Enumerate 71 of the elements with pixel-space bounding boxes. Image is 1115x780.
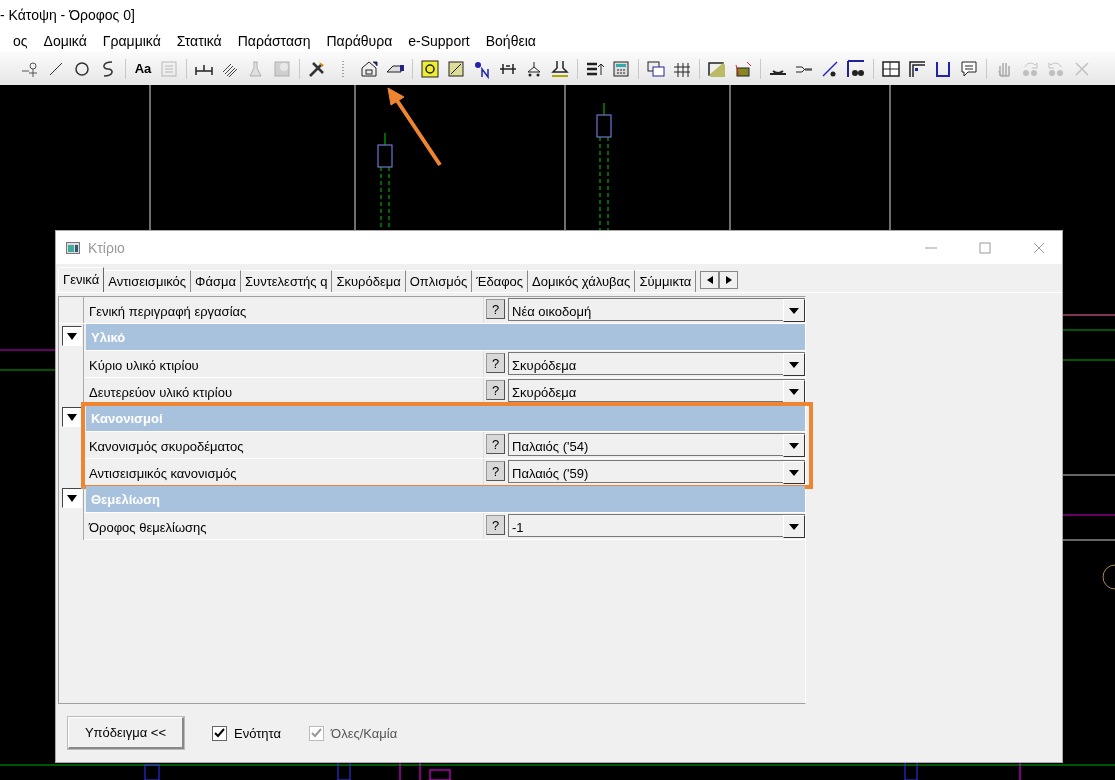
dropdown-arrow-icon[interactable]: [789, 442, 799, 449]
help-button[interactable]: ?: [486, 353, 505, 373]
dropdown-arrow-icon[interactable]: [789, 388, 799, 395]
menu-item[interactable]: Δομικά: [35, 33, 95, 49]
menu-item[interactable]: Παράθυρα: [318, 33, 401, 49]
dropdown-arrow-icon[interactable]: [789, 361, 799, 368]
footing-icon[interactable]: [550, 58, 570, 79]
property-label: Όροφος θεμελίωσης: [84, 513, 484, 539]
search-icon[interactable]: [420, 58, 440, 79]
dropdown-arrow-icon[interactable]: [789, 469, 799, 476]
tab[interactable]: Σκυρόδεμα: [332, 270, 406, 292]
dropdown-arrow-icon[interactable]: [789, 307, 799, 314]
menu-item[interactable]: e-Support: [400, 33, 478, 49]
expand-toggle[interactable]: [62, 488, 82, 508]
tab[interactable]: Δομικός χάλυβας: [528, 270, 636, 292]
close-icon[interactable]: [1033, 241, 1045, 254]
menu-item[interactable]: Στατικά: [168, 33, 230, 49]
caret-down-icon[interactable]: [67, 332, 77, 340]
scroll-left-button[interactable]: [700, 271, 720, 289]
dropdown[interactable]: Παλαιός ('59): [508, 460, 805, 483]
tab[interactable]: Αντισεισμικός: [104, 270, 192, 292]
tab[interactable]: Έδαφος: [472, 270, 529, 292]
tab[interactable]: Οπλισμός: [405, 270, 473, 292]
caret-down-icon[interactable]: [67, 413, 77, 421]
expand-toggle[interactable]: [62, 407, 82, 427]
scroll-right-button[interactable]: [719, 271, 739, 289]
left-arrow-icon[interactable]: [705, 276, 714, 284]
comment-icon[interactable]: [959, 58, 979, 79]
dropdown[interactable]: Σκυρόδεμα: [508, 352, 805, 375]
diagonal-icon[interactable]: [820, 58, 840, 79]
group-header: Κανονισμοί: [86, 405, 805, 431]
corner-icon[interactable]: [907, 58, 927, 79]
dialog-title: Κτίριο: [88, 239, 126, 256]
hatched-square-icon[interactable]: [446, 58, 466, 79]
dropdown[interactable]: Σκυρόδεμα: [508, 379, 805, 402]
menu-item[interactable]: Παράσταση: [229, 33, 319, 49]
help-button[interactable]: ?: [486, 434, 505, 454]
tab[interactable]: Γενικά: [58, 267, 105, 292]
font-size-button[interactable]: Aa: [130, 56, 156, 81]
menu-item[interactable]: Βοήθεια: [477, 33, 544, 49]
caret-down-icon[interactable]: [67, 494, 77, 502]
tab[interactable]: Φάσμα: [191, 270, 242, 292]
property-label: Αντισεισμικός κανονισμός: [84, 459, 484, 485]
floor-plan-icon[interactable]: [881, 58, 901, 79]
dropdown-arrow-icon[interactable]: [789, 523, 799, 530]
window-title: - Κάτοψη - Όροφος 0]: [0, 7, 135, 23]
windows-icon[interactable]: [646, 58, 666, 79]
menu-item[interactable]: Γραμμικά: [94, 33, 169, 49]
tab[interactable]: Σύμμικτα: [635, 270, 697, 292]
expand-toggle[interactable]: [62, 326, 82, 346]
property-label: Γενική περιγραφή εργασίας: [84, 297, 484, 323]
help-button[interactable]: ?: [486, 515, 505, 535]
window-icon: [66, 241, 80, 254]
help-button[interactable]: ?: [486, 299, 505, 319]
help-button[interactable]: ?: [486, 380, 505, 400]
group-header: Θεμελίωση: [86, 486, 805, 512]
group-header: Υλικό: [86, 324, 805, 350]
menu-item[interactable]: ος: [0, 33, 36, 49]
checkbox[interactable]: [212, 725, 227, 741]
dropdown[interactable]: -1: [508, 514, 805, 537]
property-label: Κύριο υλικό κτιρίου: [84, 351, 484, 377]
sample-button[interactable]: Υπόδειγμα <<: [68, 717, 184, 749]
tab[interactable]: Συντελεστής q: [241, 270, 333, 292]
property-label: Κανονισμός σκυροδέματος: [84, 432, 484, 458]
dropdown[interactable]: Νέα οικοδομή: [508, 298, 805, 321]
checkbox-label[interactable]: Ενότητα: [234, 725, 282, 741]
calculator-icon[interactable]: [611, 58, 631, 79]
property-label: Δευτερεύον υλικό κτιρίου: [84, 378, 484, 404]
right-arrow-icon[interactable]: [724, 276, 733, 284]
dropdown[interactable]: Παλαιός ('54): [508, 433, 805, 456]
help-button[interactable]: ?: [486, 461, 505, 481]
